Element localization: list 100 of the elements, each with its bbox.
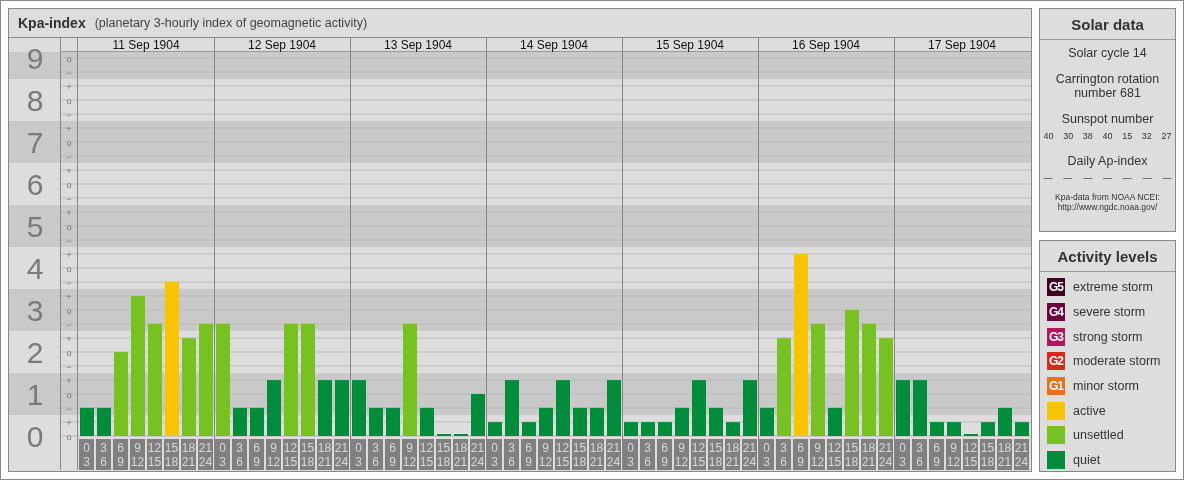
bar [709, 407, 723, 436]
x-tick-label: 0 3 [627, 441, 635, 469]
panel-subtitle: (planetary 3-hourly index of geomagnetic activity) [94, 16, 368, 30]
x-tick-label: 6 9 [933, 441, 941, 469]
time-range-label: 18 21 [725, 439, 740, 470]
time-range-label: 6 9 [385, 439, 400, 470]
bar [743, 380, 757, 436]
axis-label: 6 [26, 168, 44, 201]
x-tick-label: 6 9 [797, 441, 805, 469]
legend-label: severe storm [1073, 305, 1146, 320]
bar [267, 380, 281, 436]
solar-cycle-text: Solar cycle 14 [1068, 46, 1147, 60]
time-range-label: 9 12 [130, 439, 145, 470]
sunspot-value: 38 [1082, 131, 1093, 141]
scale-tick-label: o [66, 221, 72, 232]
scale-tick-label: − [66, 361, 72, 372]
x-tick-label: 0 3 [219, 441, 227, 469]
axis-label: 3 [26, 294, 44, 327]
panel-title: Solar data [1040, 9, 1175, 40]
bar [607, 380, 621, 436]
scale-tick-label: + [66, 165, 72, 176]
bar [250, 407, 264, 436]
x-tick-label: 0 3 [763, 441, 771, 469]
axis-label: 2 [26, 336, 44, 369]
time-range-label: 3 6 [368, 439, 383, 470]
x-tick-label: 0 3 [355, 441, 363, 469]
bar [318, 380, 332, 436]
axis-label: 1 [26, 378, 44, 411]
time-range-label: 0 3 [487, 439, 502, 470]
bar [352, 380, 366, 436]
scale-tick-label: − [66, 319, 72, 330]
time-range-label: 12 15 [963, 439, 978, 470]
bar [930, 422, 944, 436]
bar [692, 380, 706, 436]
time-range-label: 15 18 [436, 439, 451, 470]
legend-label: moderate storm [1073, 354, 1161, 369]
carrington-rotation-text: Carrington rotation number 681 [1054, 72, 1161, 100]
time-range-label: 15 18 [300, 439, 315, 470]
ap-index-heading: Daily Ap-index [1067, 154, 1148, 168]
x-tick-label: 6 9 [117, 441, 125, 469]
bar [896, 380, 910, 436]
legend-label: strong storm [1073, 329, 1143, 344]
scale-tick-label: o [66, 179, 72, 190]
bar [505, 380, 519, 436]
bar [233, 407, 247, 436]
scale-tick-label: o [66, 137, 72, 148]
bar [947, 422, 961, 436]
time-range-label: 15 18 [572, 439, 587, 470]
scale-tick-label: − [66, 109, 72, 120]
bar [539, 407, 553, 436]
axis-label: 0 [26, 420, 44, 453]
sunspot-value: 15 [1122, 131, 1133, 141]
time-range-label: 6 9 [929, 439, 944, 470]
bar [471, 394, 485, 436]
bar [828, 407, 842, 436]
scale-tick-label: − [66, 193, 72, 204]
date-label: 16 Sep 1904 [791, 38, 861, 52]
x-tick-label: 6 9 [661, 441, 669, 469]
time-range-label: 18 21 [317, 439, 332, 470]
panel-title: Activity levels [1040, 241, 1175, 272]
sunspot-value: 30 [1063, 131, 1074, 141]
bar [913, 380, 927, 436]
scale-tick-label: o [66, 305, 72, 316]
source-link[interactable]: http://www.ngdc.noaa.gov/ [1057, 202, 1158, 212]
sunspot-value: 27 [1161, 131, 1172, 141]
time-range-label: 9 12 [810, 439, 825, 470]
time-range-label: 15 18 [164, 439, 179, 470]
bar [420, 407, 434, 436]
scale-tick-label: + [66, 375, 72, 386]
legend-label: quiet [1073, 453, 1101, 468]
ap-index-value: — [1122, 173, 1132, 183]
time-range-label: 21 24 [334, 439, 349, 470]
date-label: 13 Sep 1904 [383, 38, 453, 52]
axis-label: 9 [26, 42, 44, 75]
ap-index-value: — [1043, 173, 1053, 183]
level-badge: G3 [1047, 327, 1065, 346]
time-range-label: 12 15 [691, 439, 706, 470]
level-badge: G2 [1047, 352, 1065, 371]
bar [590, 407, 604, 436]
time-range-label: 3 6 [96, 439, 111, 470]
date-label: 15 Sep 1904 [655, 38, 725, 52]
bar [658, 422, 672, 436]
bar [522, 422, 536, 436]
legend-label: active [1073, 403, 1106, 418]
time-range-label: 21 24 [742, 439, 757, 470]
scale-tick-label: − [66, 277, 72, 288]
x-tick-label: 3 6 [236, 441, 244, 469]
scale-tick-label: + [66, 333, 72, 344]
time-range-label: 6 9 [521, 439, 536, 470]
time-range-label: 0 3 [215, 439, 230, 470]
scale-tick-label: − [66, 403, 72, 414]
x-tick-label: 3 6 [508, 441, 516, 469]
date-label: 12 Sep 1904 [247, 38, 317, 52]
scale-tick-label: o [66, 389, 72, 400]
level-badge: G4 [1047, 303, 1065, 322]
bar [641, 422, 655, 436]
time-range-label: 0 3 [759, 439, 774, 470]
bar [624, 422, 638, 436]
ap-index-value: — [1162, 173, 1172, 183]
level-badge: G5 [1047, 278, 1065, 297]
